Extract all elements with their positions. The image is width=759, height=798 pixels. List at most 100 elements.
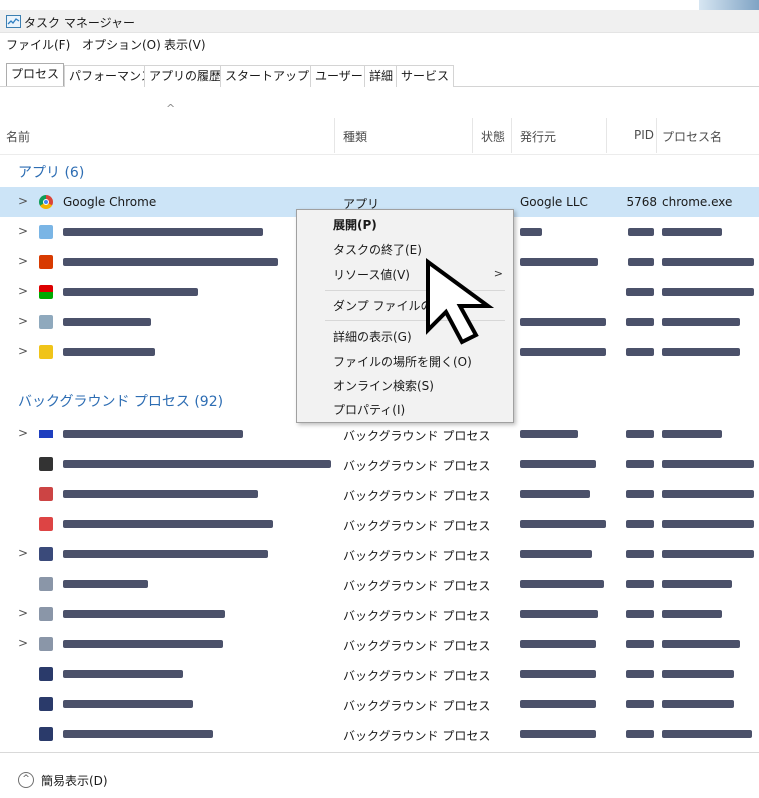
redacted-text bbox=[626, 490, 654, 498]
redacted-text bbox=[63, 520, 273, 528]
expand-chevron-icon[interactable]: > bbox=[18, 194, 28, 208]
executable-cell: chrome.exe bbox=[662, 195, 733, 209]
process-type-cell: バックグラウンド プロセス bbox=[343, 729, 491, 743]
table-row[interactable]: バックグラウンド プロセス bbox=[0, 449, 759, 479]
redacted-text bbox=[520, 550, 592, 558]
table-row[interactable]: バックグラウンド プロセス bbox=[0, 689, 759, 719]
redacted-text bbox=[662, 430, 722, 438]
redacted-text bbox=[520, 610, 598, 618]
header-divider bbox=[0, 154, 759, 155]
redacted-text bbox=[63, 580, 148, 588]
process-icon bbox=[39, 697, 53, 711]
process-icon bbox=[39, 607, 53, 621]
menu-options[interactable]: オプション(O) bbox=[82, 36, 161, 53]
footer-divider bbox=[0, 752, 759, 753]
expand-chevron-icon[interactable]: > bbox=[18, 546, 28, 560]
table-row[interactable]: バックグラウンド プロセス bbox=[0, 719, 759, 749]
table-row[interactable]: > バックグラウンド プロセス bbox=[0, 419, 759, 449]
redacted-text bbox=[628, 258, 654, 266]
expand-chevron-icon[interactable]: > bbox=[18, 224, 28, 238]
column-name[interactable]: 名前 bbox=[6, 128, 30, 145]
tab-startup[interactable]: スタートアップ bbox=[220, 65, 315, 87]
redacted-text bbox=[626, 288, 654, 296]
tab-app-history[interactable]: アプリの履歴 bbox=[144, 65, 227, 87]
arrow-cursor-icon bbox=[426, 258, 495, 345]
tab-services[interactable]: サービス bbox=[396, 65, 455, 87]
process-icon bbox=[39, 457, 53, 471]
table-row[interactable]: > バックグラウンド プロセス bbox=[0, 539, 759, 569]
redacted-text bbox=[662, 258, 754, 266]
column-divider[interactable] bbox=[656, 118, 657, 153]
redacted-text bbox=[626, 550, 654, 558]
redacted-text bbox=[63, 258, 278, 266]
redacted-text bbox=[628, 228, 654, 236]
expand-chevron-icon[interactable]: > bbox=[18, 636, 28, 650]
menu-file[interactable]: ファイル(F) bbox=[6, 36, 70, 53]
menu-item-end-task[interactable]: タスクの終了(E) bbox=[333, 241, 422, 258]
expand-chevron-icon[interactable]: > bbox=[18, 254, 28, 268]
tab-processes[interactable]: プロセス bbox=[6, 63, 65, 86]
redacted-text bbox=[626, 348, 654, 356]
redacted-text bbox=[662, 730, 752, 738]
redacted-text bbox=[626, 580, 654, 588]
table-row[interactable]: バックグラウンド プロセス bbox=[0, 479, 759, 509]
menu-bar: ファイル(F) オプション(O) 表示(V) bbox=[0, 33, 759, 53]
table-row[interactable]: バックグラウンド プロセス bbox=[0, 509, 759, 539]
app-icon bbox=[39, 225, 53, 239]
menu-item-resource-values[interactable]: リソース値(V) bbox=[333, 266, 410, 283]
expand-chevron-icon[interactable]: > bbox=[18, 344, 28, 358]
redacted-text bbox=[662, 228, 722, 236]
app-icon bbox=[39, 285, 53, 299]
table-row[interactable]: バックグラウンド プロセス bbox=[0, 569, 759, 599]
process-icon bbox=[39, 727, 53, 741]
redacted-text bbox=[520, 460, 596, 468]
redacted-text bbox=[520, 348, 606, 356]
column-status[interactable]: 状態 bbox=[481, 128, 505, 145]
expand-chevron-icon[interactable]: > bbox=[18, 426, 28, 440]
redacted-text bbox=[63, 730, 213, 738]
app-icon bbox=[39, 315, 53, 329]
desktop-strip bbox=[0, 0, 759, 10]
table-row[interactable]: バックグラウンド プロセス bbox=[0, 659, 759, 689]
process-type-cell: バックグラウンド プロセス bbox=[343, 609, 491, 623]
menu-view[interactable]: 表示(V) bbox=[164, 36, 206, 53]
redacted-text bbox=[626, 318, 654, 326]
menu-item-open-file-location[interactable]: ファイルの場所を開く(O) bbox=[333, 353, 472, 370]
column-divider[interactable] bbox=[334, 118, 335, 153]
column-process-name[interactable]: プロセス名 bbox=[662, 128, 722, 145]
process-icon bbox=[39, 667, 53, 681]
redacted-text bbox=[662, 318, 740, 326]
process-icon bbox=[39, 517, 53, 531]
redacted-text bbox=[662, 348, 740, 356]
redacted-text bbox=[662, 640, 740, 648]
chevron-up-circle-icon: ^ bbox=[18, 772, 34, 788]
menu-item-properties[interactable]: プロパティ(I) bbox=[333, 401, 405, 418]
column-type[interactable]: 種類 bbox=[343, 128, 367, 145]
menu-item-expand[interactable]: 展開(P) bbox=[333, 216, 377, 233]
redacted-text bbox=[520, 430, 578, 438]
column-divider[interactable] bbox=[511, 118, 512, 153]
table-row[interactable]: > バックグラウンド プロセス bbox=[0, 629, 759, 659]
publisher-cell: Google LLC bbox=[520, 195, 588, 209]
expand-chevron-icon[interactable]: > bbox=[18, 606, 28, 620]
column-divider[interactable] bbox=[472, 118, 473, 153]
expand-chevron-icon[interactable]: > bbox=[18, 314, 28, 328]
redacted-text bbox=[520, 670, 596, 678]
process-name-cell: Google Chrome bbox=[63, 195, 157, 209]
redacted-text bbox=[662, 670, 734, 678]
menu-item-go-to-details[interactable]: 詳細の表示(G) bbox=[333, 328, 412, 345]
column-pid[interactable]: PID bbox=[634, 128, 654, 142]
menu-item-search-online[interactable]: オンライン検索(S) bbox=[333, 377, 434, 394]
app-icon bbox=[39, 255, 53, 269]
sort-ascending-icon[interactable]: ^ bbox=[166, 102, 175, 115]
redacted-text bbox=[520, 640, 596, 648]
tab-users[interactable]: ユーザー bbox=[310, 65, 368, 87]
column-divider[interactable] bbox=[606, 118, 607, 153]
expand-chevron-icon[interactable]: > bbox=[18, 284, 28, 298]
tab-details[interactable]: 詳細 bbox=[364, 65, 399, 87]
table-row[interactable]: > バックグラウンド プロセス bbox=[0, 599, 759, 629]
column-publisher[interactable]: 発行元 bbox=[520, 128, 556, 145]
redacted-text bbox=[63, 348, 155, 356]
title-bar[interactable]: タスク マネージャー bbox=[0, 10, 759, 33]
redacted-text bbox=[63, 640, 223, 648]
